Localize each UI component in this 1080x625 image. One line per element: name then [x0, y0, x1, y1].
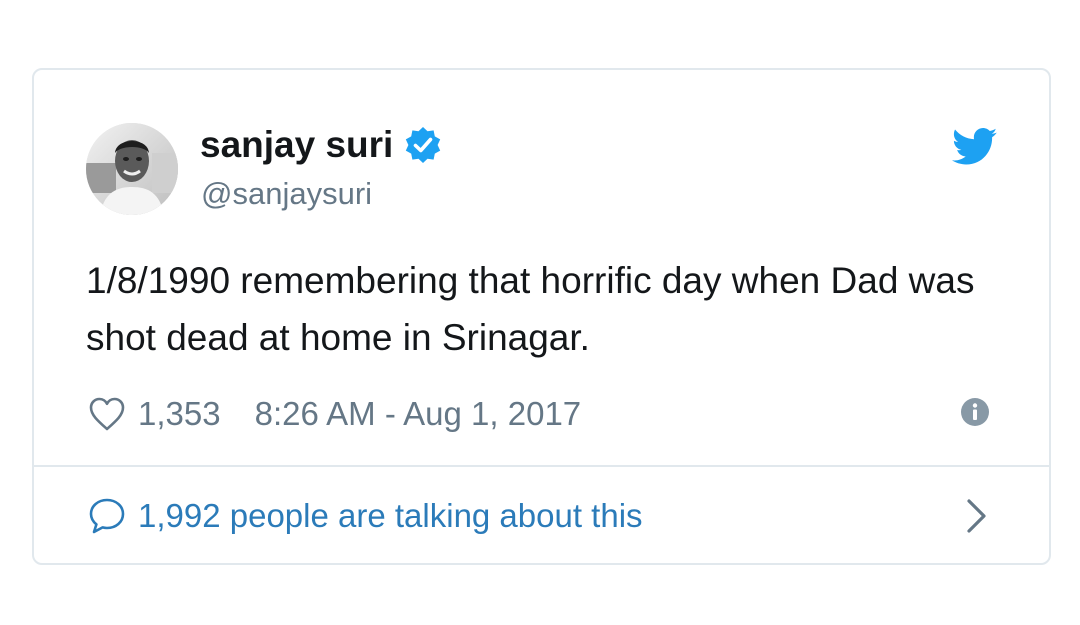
tweet-text: 1/8/1990 remembering that horrific day w…	[86, 260, 975, 358]
display-name[interactable]: sanjay suri	[200, 124, 443, 166]
conversation-link[interactable]: 1,992 people are talking about this	[88, 492, 643, 540]
user-handle[interactable]: @sanjaysuri	[201, 176, 372, 212]
divider	[34, 465, 1049, 467]
like-count[interactable]: 1,353	[138, 395, 221, 433]
chevron-right-icon[interactable]	[964, 496, 990, 536]
info-icon[interactable]	[960, 397, 990, 427]
avatar[interactable]	[86, 123, 178, 215]
tweet-card: sanjay suri @sanjaysuri 1/8/1990 remembe…	[32, 68, 1051, 565]
tweet-timestamp[interactable]: 8:26 AM - Aug 1, 2017	[255, 395, 582, 433]
conversation-count-text[interactable]: 1,992 people are talking about this	[138, 497, 643, 535]
speech-bubble-icon	[89, 498, 125, 534]
twitter-bird-icon[interactable]	[952, 128, 998, 166]
verified-badge-icon	[406, 127, 441, 163]
display-name-text[interactable]: sanjay suri	[200, 124, 393, 166]
heart-icon[interactable]	[88, 396, 126, 432]
tweet-meta: 1,353 8:26 AM - Aug 1, 2017	[88, 392, 581, 436]
